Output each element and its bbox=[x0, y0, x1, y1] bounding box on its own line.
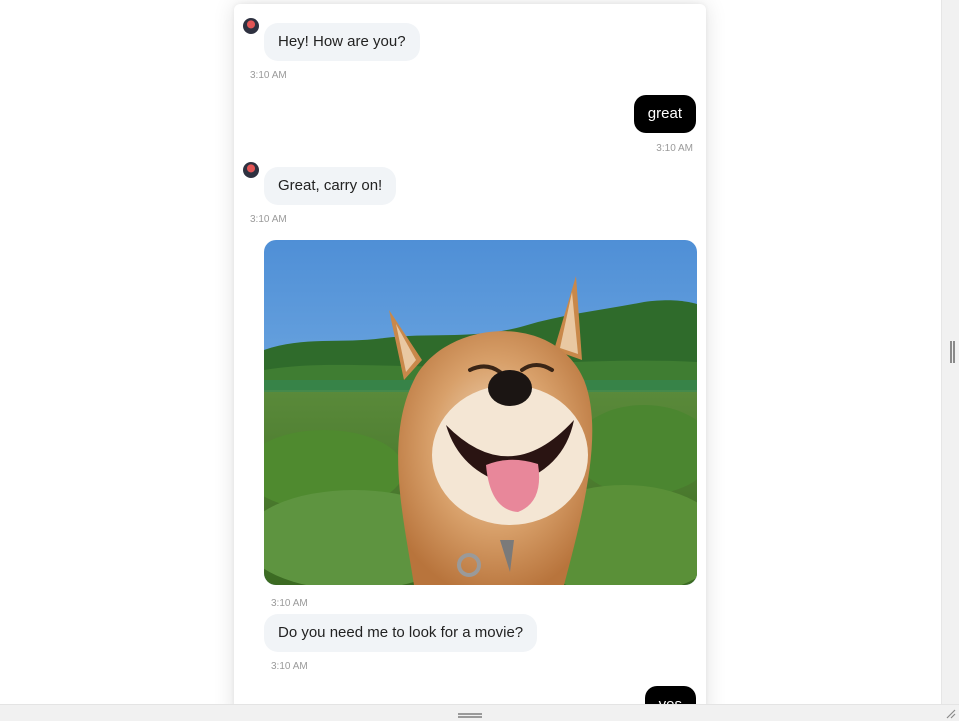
vertical-grip-icon bbox=[950, 341, 952, 363]
message-timestamp: 3:10 AM bbox=[656, 143, 693, 154]
message-timestamp: 3:10 AM bbox=[250, 214, 287, 225]
bot-message-bubble: Great, carry on! bbox=[264, 167, 397, 205]
bottom-resize-handle[interactable] bbox=[0, 704, 959, 721]
smiling-dog-image bbox=[264, 240, 697, 585]
message-timestamp: 3:10 AM bbox=[250, 70, 287, 81]
message-timestamp: 3:10 AM bbox=[271, 598, 308, 609]
bot-message-bubble: Do you need me to look for a movie? bbox=[264, 614, 538, 652]
corner-resize-icon[interactable] bbox=[946, 709, 956, 719]
bot-avatar bbox=[243, 162, 259, 178]
user-message-bubble: great bbox=[633, 95, 696, 133]
horizontal-grip-icon bbox=[458, 713, 482, 715]
dog-photo[interactable] bbox=[264, 240, 697, 585]
side-resize-handle[interactable] bbox=[941, 0, 959, 704]
chat-panel: Hey! How are you? 3:10 AM great 3:10 AM … bbox=[234, 4, 706, 720]
message-timestamp: 3:10 AM bbox=[271, 661, 308, 672]
bot-message-bubble: Hey! How are you? bbox=[264, 23, 420, 61]
bot-avatar bbox=[243, 18, 259, 34]
